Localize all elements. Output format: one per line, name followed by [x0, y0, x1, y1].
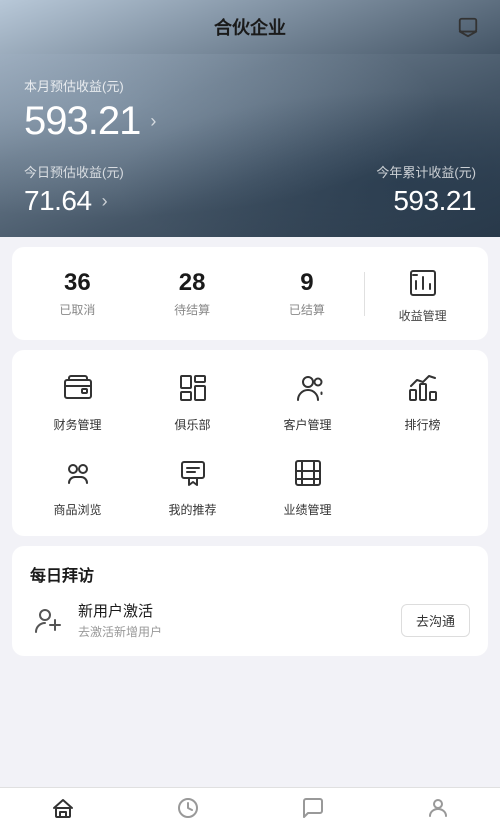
nav-message[interactable] — [301, 796, 325, 826]
daily-visit-title: 每日拜访 — [30, 562, 470, 586]
chart-nav-icon — [176, 796, 200, 826]
recommend-icon — [173, 453, 213, 493]
menu-browse[interactable]: 商品浏览 — [20, 453, 135, 518]
stat-settled[interactable]: 9 已结算 — [250, 269, 365, 318]
yearly-amount: 593.21 — [393, 185, 476, 217]
stat-cancelled-label: 已取消 — [20, 301, 135, 318]
communicate-button[interactable]: 去沟通 — [401, 604, 470, 637]
menu-ranking-label: 排行榜 — [404, 416, 440, 433]
earnings-management[interactable]: 收益管理 — [365, 263, 480, 324]
header: 合伙企业 — [0, 0, 500, 54]
menu-browse-label: 商品浏览 — [53, 501, 101, 518]
stat-pending[interactable]: 28 待结算 — [135, 269, 250, 318]
menu-finance-label: 财务管理 — [53, 416, 101, 433]
monthly-label: 本月预估收益(元) — [24, 76, 476, 95]
wallet-icon — [58, 368, 98, 408]
customers-icon — [288, 368, 328, 408]
menu-card: 财务管理 俱乐部 — [12, 350, 488, 536]
earnings-management-icon — [403, 263, 443, 303]
nav-home[interactable] — [51, 796, 75, 826]
menu-row-1: 财务管理 俱乐部 — [20, 368, 480, 433]
profile-nav-icon — [426, 796, 450, 826]
visit-desc: 去激活新增用户 — [78, 623, 389, 640]
page-title: 合伙企业 — [214, 14, 286, 40]
browse-icon — [58, 453, 98, 493]
monthly-earnings-row[interactable]: 593.21 › — [24, 99, 476, 144]
menu-club[interactable]: 俱乐部 — [135, 368, 250, 433]
menu-row-2: 商品浏览 我的推荐 — [20, 453, 480, 518]
daily-amount: 71.64 — [24, 185, 92, 217]
menu-ranking[interactable]: 排行榜 — [365, 368, 480, 433]
menu-performance-label: 业绩管理 — [283, 501, 331, 518]
stat-settled-number: 9 — [250, 269, 365, 297]
club-icon — [173, 368, 213, 408]
earnings-management-label: 收益管理 — [399, 307, 447, 324]
menu-club-label: 俱乐部 — [174, 416, 210, 433]
menu-customer-label: 客户管理 — [283, 416, 331, 433]
message-icon[interactable] — [456, 15, 480, 39]
daily-label: 今日预估收益(元) — [24, 162, 124, 181]
ranking-icon — [403, 368, 443, 408]
bottom-nav — [0, 787, 500, 838]
yearly-label: 今年累计收益(元) — [376, 162, 476, 181]
menu-finance[interactable]: 财务管理 — [20, 368, 135, 433]
performance-icon — [288, 453, 328, 493]
visit-item: 新用户激活 去激活新增用户 去沟通 — [30, 600, 470, 640]
stats-card: 36 已取消 28 待结算 9 已结算 收益管理 — [12, 247, 488, 340]
menu-performance[interactable]: 业绩管理 — [250, 453, 365, 518]
stat-settled-label: 已结算 — [250, 301, 365, 318]
monthly-arrow: › — [150, 111, 156, 132]
stat-pending-number: 28 — [135, 269, 250, 297]
home-icon — [51, 796, 75, 826]
nav-profile[interactable] — [426, 796, 450, 826]
nav-chart[interactable] — [176, 796, 200, 826]
menu-recommend[interactable]: 我的推荐 — [135, 453, 250, 518]
new-user-icon — [30, 602, 66, 638]
menu-customer[interactable]: 客户管理 — [250, 368, 365, 433]
earnings-card: 本月预估收益(元) 593.21 › 今日预估收益(元) 71.64 › 今年累… — [0, 54, 500, 237]
visit-name: 新用户激活 — [78, 600, 389, 621]
daily-arrow: › — [102, 191, 108, 212]
stat-pending-label: 待结算 — [135, 301, 250, 318]
stat-cancelled-number: 36 — [20, 269, 135, 297]
stat-cancelled[interactable]: 36 已取消 — [20, 269, 135, 318]
menu-recommend-label: 我的推荐 — [168, 501, 216, 518]
monthly-amount: 593.21 — [24, 99, 140, 144]
daily-visit-section: 每日拜访 新用户激活 去激活新增用户 去沟通 — [12, 546, 488, 656]
message-nav-icon — [301, 796, 325, 826]
visit-text: 新用户激活 去激活新增用户 — [78, 600, 389, 640]
